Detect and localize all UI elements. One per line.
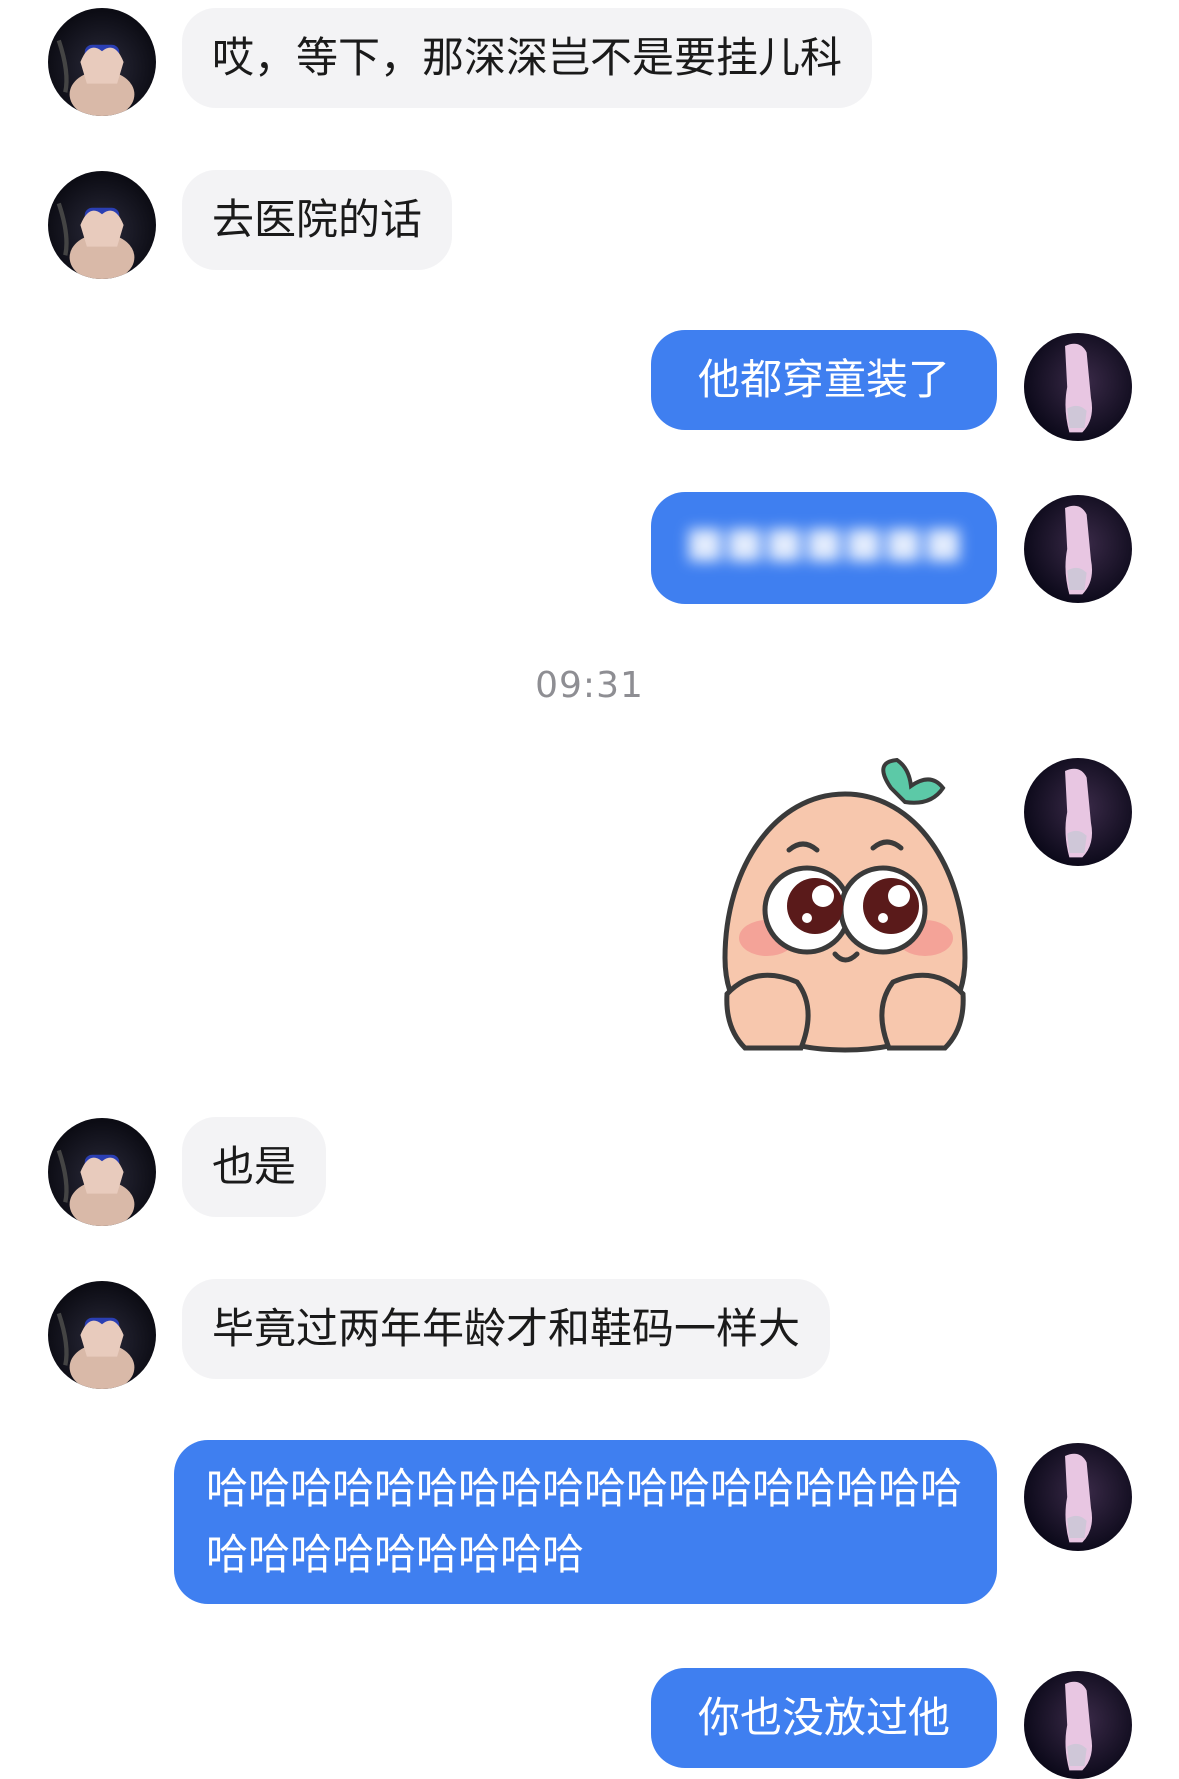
avatar-hands-heart-icon	[56, 202, 135, 279]
peach-face-sticker	[722, 757, 968, 1053]
avatar-pink-figure-icon	[1065, 343, 1093, 433]
redacted-text: ■■■■■■■	[685, 517, 963, 566]
message-bubble-outgoing[interactable]: 他都穿童装了	[651, 330, 997, 430]
avatar-hands-heart-icon	[56, 39, 135, 116]
message-bubble-incoming[interactable]: 毕竟过两年年龄才和鞋码一样大	[182, 1279, 831, 1379]
avatar-pink-figure-icon	[1065, 768, 1093, 858]
self-avatar[interactable]	[1024, 333, 1132, 441]
message-bubble-outgoing[interactable]: 哈哈哈哈哈哈哈哈哈哈哈哈哈哈哈哈哈哈哈哈哈哈哈哈哈哈哈	[174, 1440, 997, 1604]
avatar-hands-heart-icon	[56, 1312, 135, 1389]
sender-avatar[interactable]	[48, 1118, 156, 1226]
sender-avatar[interactable]	[48, 1281, 156, 1389]
message-bubble-outgoing-redacted[interactable]: ■■■■■■■	[651, 492, 997, 604]
message-bubble-incoming[interactable]: 也是	[182, 1117, 327, 1217]
avatar-pink-figure-icon	[1065, 505, 1093, 595]
self-avatar[interactable]	[1024, 1671, 1132, 1779]
sticker-message[interactable]	[705, 757, 985, 1058]
avatar-hands-heart-icon	[56, 1149, 135, 1226]
sender-avatar[interactable]	[48, 8, 156, 116]
message-bubble-outgoing[interactable]: 你也没放过他	[651, 1668, 997, 1768]
sender-avatar[interactable]	[48, 171, 156, 279]
message-bubble-incoming[interactable]: 去医院的话	[182, 170, 453, 270]
avatar-pink-figure-icon	[1065, 1681, 1093, 1771]
timestamp: 09:31	[535, 665, 644, 706]
self-avatar[interactable]	[1024, 495, 1132, 603]
avatar-pink-figure-icon	[1065, 1453, 1093, 1543]
message-bubble-incoming[interactable]: 哎，等下，那深深岂不是要挂儿科	[182, 8, 873, 108]
self-avatar[interactable]	[1024, 1443, 1132, 1551]
self-avatar[interactable]	[1024, 758, 1132, 866]
